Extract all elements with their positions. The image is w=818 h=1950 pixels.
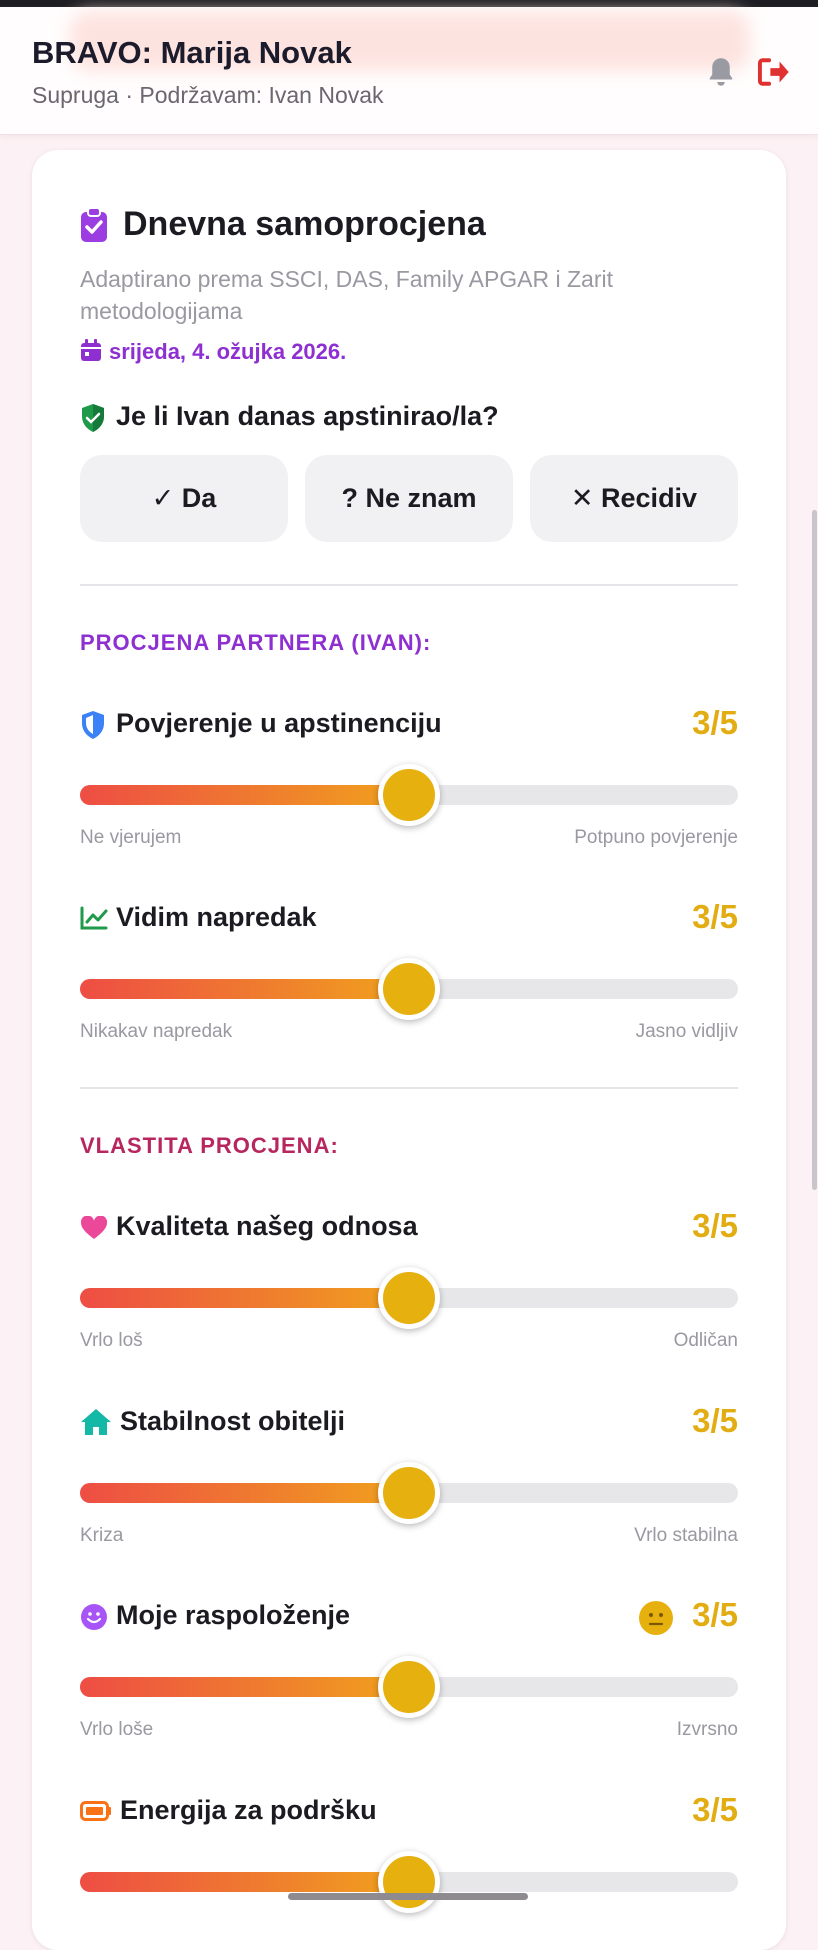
slider-fill bbox=[80, 1872, 409, 1892]
slider-min-label: Vrlo loše bbox=[80, 1719, 154, 1740]
heart-icon bbox=[80, 1216, 108, 1239]
shield-icon bbox=[82, 711, 104, 739]
battery-icon bbox=[80, 1801, 111, 1821]
self-section-heading: VLASTITA PROCJENA: bbox=[80, 1133, 339, 1158]
item-label: Vidim napredak bbox=[116, 902, 317, 932]
trend-chart-icon bbox=[80, 906, 108, 930]
slider-max-label: Potpuno povjerenje bbox=[574, 827, 738, 848]
slider-thumb[interactable] bbox=[378, 1267, 440, 1329]
calendar-icon bbox=[81, 339, 101, 361]
slider-fill bbox=[80, 1677, 409, 1697]
slider-max-label: Vrlo stabilna bbox=[634, 1525, 738, 1546]
smiley-icon bbox=[81, 1604, 107, 1630]
rating-slider[interactable] bbox=[80, 1851, 738, 1913]
clipboard-check-icon bbox=[81, 207, 107, 242]
slider-max-label: Jasno vidljiv bbox=[635, 1021, 738, 1042]
slider-fill bbox=[80, 1288, 409, 1308]
slider-fill bbox=[80, 1483, 409, 1503]
option-yes-button[interactable]: ✓ Da bbox=[80, 455, 288, 542]
divider bbox=[80, 1087, 738, 1089]
slider-min-label: Nikakav napredak bbox=[80, 1021, 233, 1042]
slider-max-label: Odličan bbox=[673, 1330, 738, 1351]
bell-icon[interactable] bbox=[706, 55, 736, 89]
card-title: Dnevna samoprocjena bbox=[123, 205, 486, 243]
scrollbar[interactable] bbox=[812, 510, 817, 1190]
home-indicator bbox=[288, 1893, 528, 1900]
option-relapse-button[interactable]: ✕ Recidiv bbox=[530, 455, 738, 542]
item-score: 3/5 bbox=[692, 1402, 738, 1439]
item-label: Energija za podršku bbox=[120, 1795, 377, 1825]
rating-slider[interactable] bbox=[80, 1462, 738, 1524]
divider bbox=[80, 584, 738, 586]
slider-thumb[interactable] bbox=[378, 764, 440, 826]
slider-min-label: Ne vjerujem bbox=[80, 827, 182, 848]
card-description: Adaptirano prema SSCI, DAS, Family APGAR… bbox=[80, 266, 614, 324]
item-score: 3/5 bbox=[692, 704, 738, 741]
slider-thumb[interactable] bbox=[378, 1656, 440, 1718]
page-title: BRAVO: Marija Novak bbox=[32, 35, 352, 70]
slider-min-label: Vrlo loš bbox=[80, 1330, 143, 1351]
item-score: 3/5 bbox=[692, 1596, 738, 1633]
app-header: BRAVO: Marija Novak Supruga · Podržavam:… bbox=[0, 7, 818, 135]
item-label: Stabilnost obitelji bbox=[120, 1406, 346, 1436]
slider-fill bbox=[80, 979, 409, 999]
rating-slider[interactable] bbox=[80, 764, 738, 826]
partner-section-heading: PROCJENA PARTNERA (IVAN): bbox=[80, 630, 432, 655]
status-bar bbox=[0, 0, 818, 7]
shield-check-icon bbox=[82, 404, 104, 432]
abstinence-question: Je li Ivan danas apstinirao/la? bbox=[116, 401, 499, 431]
slider-min-label: Kriza bbox=[80, 1525, 124, 1546]
item-label: Kvaliteta našeg odnosa bbox=[116, 1211, 418, 1241]
slider-thumb[interactable] bbox=[378, 1462, 440, 1524]
item-score: 3/5 bbox=[692, 1207, 738, 1244]
slider-thumb[interactable] bbox=[378, 1851, 440, 1913]
rating-slider[interactable] bbox=[80, 958, 738, 1020]
logout-icon[interactable] bbox=[756, 55, 790, 89]
item-label: Povjerenje u apstinenciju bbox=[116, 708, 442, 738]
slider-fill bbox=[80, 785, 409, 805]
item-label: Moje raspoloženje bbox=[116, 1600, 351, 1630]
rating-slider[interactable] bbox=[80, 1656, 738, 1718]
home-icon bbox=[81, 1409, 111, 1435]
option-unknown-button[interactable]: ? Ne znam bbox=[305, 455, 513, 542]
rating-slider[interactable] bbox=[80, 1267, 738, 1329]
item-score: 3/5 bbox=[692, 1791, 738, 1828]
item-score: 3/5 bbox=[692, 898, 738, 935]
slider-max-label: Izvrsno bbox=[676, 1719, 738, 1740]
page-subtitle: Supruga · Podržavam: Ivan Novak bbox=[32, 82, 384, 108]
assessment-date: srijeda, 4. ožujka 2026. bbox=[109, 339, 347, 364]
slider-thumb[interactable] bbox=[378, 958, 440, 1020]
